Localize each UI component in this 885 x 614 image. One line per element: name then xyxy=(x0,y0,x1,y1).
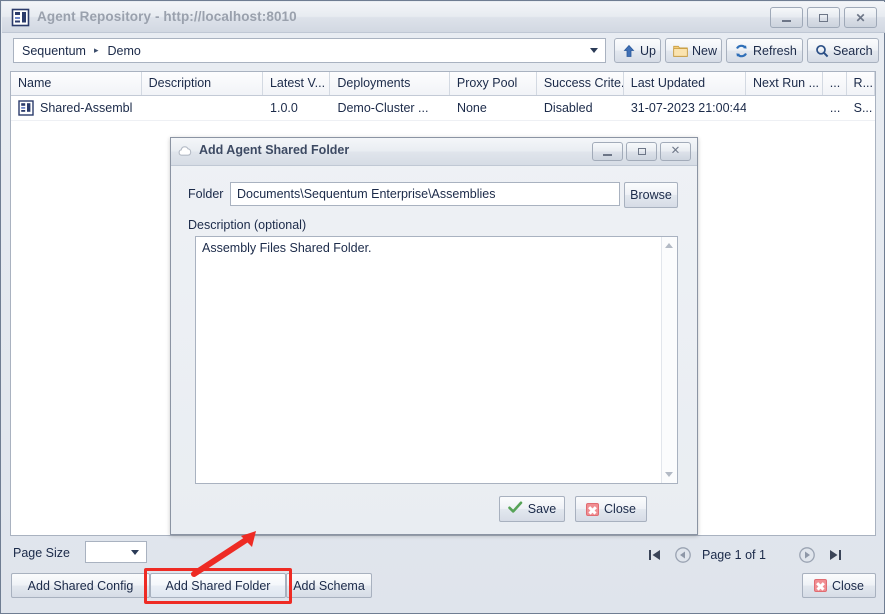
dialog-close-icon-button[interactable]: ✕ xyxy=(660,142,691,161)
description-scrollbar[interactable] xyxy=(661,237,677,483)
dialog-title: Add Agent Shared Folder xyxy=(199,143,349,157)
dialog-minimize-button[interactable] xyxy=(592,142,623,161)
chevron-down-icon[interactable] xyxy=(590,48,598,53)
grid-column-header[interactable]: Deployments xyxy=(330,72,449,95)
grid-column-header[interactable]: Last Updated xyxy=(624,72,746,95)
description-value: Assembly Files Shared Folder. xyxy=(202,241,372,255)
page-size-label: Page Size xyxy=(13,546,70,560)
browse-button-label: Browse xyxy=(630,188,672,202)
grid-column-header[interactable]: Proxy Pool xyxy=(450,72,537,95)
browse-button[interactable]: Browse xyxy=(624,182,678,208)
table-cell-deployments: Demo-Cluster ... xyxy=(330,101,450,115)
save-button-label: Save xyxy=(528,502,557,516)
grid-header-row: NameDescriptionLatest V...DeploymentsPro… xyxy=(11,72,875,96)
table-cell-latest_version: 1.0.0 xyxy=(263,101,330,115)
repository-icon xyxy=(11,8,30,27)
close-icon xyxy=(586,503,599,516)
cloud-icon xyxy=(177,143,194,160)
grid-column-header[interactable]: R... xyxy=(847,72,875,95)
dialog-body: Folder Documents\Sequentum Enterprise\As… xyxy=(182,176,686,486)
grid-column-header[interactable]: Name xyxy=(11,72,142,95)
search-button[interactable]: Search xyxy=(807,38,879,63)
window-controls: ✕ xyxy=(770,7,877,28)
dialog-footer: Save Close xyxy=(171,496,697,526)
pager-first-button[interactable] xyxy=(646,546,664,564)
breadcrumb-separator-icon: ▸ xyxy=(89,45,104,56)
pager-next-button[interactable] xyxy=(798,546,816,564)
add-schema-button[interactable]: Add Schema xyxy=(286,573,372,598)
grid-column-header[interactable]: Latest V... xyxy=(263,72,330,95)
description-textarea[interactable]: Assembly Files Shared Folder. xyxy=(195,236,678,484)
description-label: Description (optional) xyxy=(188,218,306,232)
window-minimize-button[interactable] xyxy=(770,7,803,28)
table-cell-success_criteria: Disabled xyxy=(537,101,624,115)
refresh-icon xyxy=(734,44,749,58)
window-close-button[interactable]: ✕ xyxy=(844,7,877,28)
breadcrumb-current[interactable]: Demo xyxy=(103,44,143,58)
add-shared-folder-button[interactable]: Add Shared Folder xyxy=(150,573,286,598)
folder-input[interactable]: Documents\Sequentum Enterprise\Assemblie… xyxy=(230,182,620,206)
agent-repository-window: Agent Repository - http://localhost:8010… xyxy=(0,0,885,614)
pager-last-button[interactable] xyxy=(826,546,844,564)
agent-icon xyxy=(18,100,34,116)
window-title: Agent Repository - http://localhost:8010 xyxy=(37,9,297,24)
pager-prev-button[interactable] xyxy=(674,546,692,564)
add-agent-shared-folder-dialog: Add Agent Shared Folder ✕ Folder Documen… xyxy=(170,137,698,535)
dialog-titlebar: Add Agent Shared Folder ✕ xyxy=(171,138,697,166)
scroll-down-icon[interactable] xyxy=(665,472,673,477)
check-icon xyxy=(508,501,523,517)
add-schema-label: Add Schema xyxy=(293,579,365,593)
pager-page-label: Page 1 of 1 xyxy=(702,548,766,562)
add-shared-config-button[interactable]: Add Shared Config xyxy=(11,573,150,598)
close-button-label: Close xyxy=(832,579,864,593)
grid-column-header[interactable]: Success Crite... xyxy=(537,72,624,95)
grid-column-header[interactable]: Next Run ... xyxy=(746,72,823,95)
arrow-up-icon xyxy=(622,44,636,58)
new-button-label: New xyxy=(692,44,717,58)
up-button[interactable]: Up xyxy=(614,38,661,63)
table-cell-last_updated: 31-07-2023 21:00:44 xyxy=(624,101,746,115)
scroll-up-icon[interactable] xyxy=(665,243,673,248)
folder-icon xyxy=(673,44,688,57)
folder-row: Folder Documents\Sequentum Enterprise\As… xyxy=(182,182,686,208)
table-cell-status: S... xyxy=(847,101,875,115)
window-titlebar: Agent Repository - http://localhost:8010… xyxy=(2,2,885,33)
dialog-window-controls: ✕ xyxy=(592,142,691,161)
save-button[interactable]: Save xyxy=(499,496,565,522)
dialog-close-button-label: Close xyxy=(604,502,636,516)
table-cell-proxy_pool: None xyxy=(450,101,537,115)
dialog-close-button[interactable]: Close xyxy=(575,496,647,522)
pager: Page 1 of 1 xyxy=(646,543,876,567)
add-shared-config-label: Add Shared Config xyxy=(28,579,134,593)
breadcrumb[interactable]: Sequentum ▸ Demo xyxy=(13,38,606,63)
new-button[interactable]: New xyxy=(665,38,722,63)
dialog-maximize-button[interactable] xyxy=(626,142,657,161)
folder-label: Folder xyxy=(188,187,223,201)
chevron-down-icon[interactable] xyxy=(131,550,139,555)
table-row[interactable]: Shared-Assembl 1.0.0Demo-Cluster ...NoneD… xyxy=(11,96,875,121)
grid-column-header[interactable]: Description xyxy=(142,72,263,95)
up-button-label: Up xyxy=(640,44,656,58)
refresh-button-label: Refresh xyxy=(753,44,797,58)
table-cell-name: Shared-Assembl xyxy=(11,100,142,116)
toolbar-row: Sequentum ▸ Demo Up New xyxy=(2,33,885,69)
breadcrumb-root[interactable]: Sequentum xyxy=(14,44,89,58)
add-shared-folder-label: Add Shared Folder xyxy=(166,579,271,593)
page-size-select[interactable] xyxy=(85,541,147,563)
table-cell-more: ... xyxy=(823,101,847,115)
close-icon xyxy=(814,579,827,592)
table-cell-text: Shared-Assembl xyxy=(40,101,132,115)
search-button-label: Search xyxy=(833,44,873,58)
grid-body: Shared-Assembl 1.0.0Demo-Cluster ...NoneD… xyxy=(11,96,875,121)
close-button[interactable]: Close xyxy=(802,573,876,598)
search-icon xyxy=(815,44,829,58)
refresh-button[interactable]: Refresh xyxy=(726,38,803,63)
grid-column-header[interactable]: ... xyxy=(823,72,847,95)
window-maximize-button[interactable] xyxy=(807,7,840,28)
